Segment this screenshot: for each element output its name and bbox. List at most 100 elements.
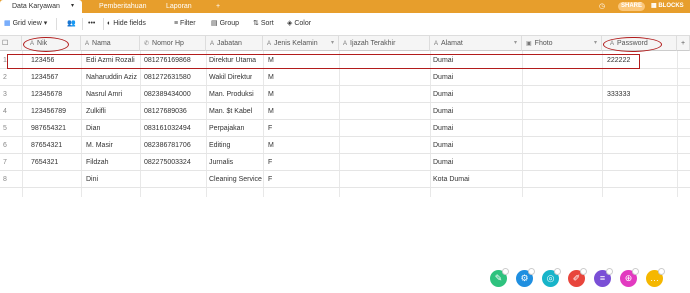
column-header-jabatan[interactable]: A Jabatan [206,36,263,51]
toolbar-divider [82,18,83,30]
block-app-button[interactable]: … [646,268,665,287]
column-header-fhoto[interactable]: ▣ Fhoto ▾ [522,36,602,51]
column-label: Ijazah Terakhir [350,40,396,47]
tab-data-karyawan[interactable]: Data Karyawan ▾ [0,0,82,13]
chevron-down-icon: ▾ [43,20,48,27]
cell-jk[interactable]: F [268,172,272,187]
badge-icon [502,268,509,275]
plus-icon: + [680,40,686,47]
block-app-button[interactable]: ⊕ [620,268,639,287]
cell-jabatan[interactable]: Wakil Direktur [209,70,252,85]
cell-nama[interactable]: Zulkifli [86,104,106,119]
cell-jk[interactable]: F [268,121,272,136]
chevron-down-icon[interactable]: ▾ [331,36,334,50]
cell-jabatan[interactable]: Man. Produksi [209,87,254,102]
row-number[interactable]: 2 [3,70,7,85]
row-number[interactable]: 6 [3,138,7,153]
chevron-down-icon[interactable]: ▾ [514,36,517,50]
cell-nik[interactable]: 12345678 [31,87,62,102]
add-table-icon[interactable]: + [216,0,220,13]
filter-button[interactable]: ≡ Filter [174,13,196,35]
cell-alamat[interactable]: Dumai [433,138,453,153]
grid-view-button[interactable]: ▦ Grid view ▾ [4,13,47,35]
block-app-button[interactable]: ◎ [542,268,561,287]
cell-hp[interactable]: 083161032494 [144,121,191,136]
cell-jk[interactable]: F [268,155,272,170]
cell-alamat[interactable]: Dumai [433,87,453,102]
block-app-button[interactable]: ⚙ [516,268,535,287]
group-icon: ▤ [211,20,218,27]
cell-jk[interactable]: M [268,138,274,153]
cell-alamat[interactable]: Dumai [433,121,453,136]
cell-nik[interactable]: 1234567 [31,70,58,85]
cell-nama[interactable]: Dian [86,121,100,136]
cell-alamat[interactable]: Dumai [433,104,453,119]
color-button[interactable]: ◈ Color [287,13,311,35]
cell-jabatan[interactable]: Editing [209,138,230,153]
share-view-icon[interactable]: 👥 [67,13,76,35]
cell-hp[interactable]: 08127689036 [144,104,187,119]
cell-nik[interactable]: 123456789 [31,104,66,119]
row-number[interactable]: 5 [3,121,7,136]
add-field-button[interactable]: + [677,36,690,51]
column-header-nama[interactable]: A Nama [81,36,140,51]
block-app-button[interactable]: ≡ [594,268,613,287]
sort-button[interactable]: ⇅ Sort [253,13,274,35]
column-header-nomor-hp[interactable]: ✆ Nomor Hp [140,36,206,51]
group-button[interactable]: ▤ Group [211,13,239,35]
filter-label: Filter [180,20,196,27]
chevron-down-icon[interactable]: ▾ [71,0,74,13]
row-number[interactable]: 3 [3,87,7,102]
cell-hp[interactable]: 081272631580 [144,70,191,85]
cell-hp[interactable]: 082389434000 [144,87,191,102]
cell-hp[interactable]: 082386781706 [144,138,191,153]
column-header-alamat[interactable]: A Alamat ▾ [430,36,522,51]
cell-nama[interactable]: Naharuddin Aziz [86,70,137,85]
select-all-checkbox[interactable]: ☐ [0,36,22,51]
cell-nama[interactable]: Nasrul Amri [86,87,122,102]
table-row[interactable] [0,120,690,137]
badge-icon [606,268,613,275]
text-field-icon: A [210,41,215,47]
cell-nama[interactable]: M. Masir [86,138,113,153]
column-label: Fhoto [534,40,553,47]
cell-nik[interactable]: 87654321 [31,138,62,153]
block-app-button[interactable]: ✐ [568,268,587,287]
cell-jabatan[interactable]: Man. $t Kabel [209,104,252,119]
more-options-icon[interactable]: ••• [88,13,95,35]
chevron-down-icon[interactable]: ▾ [594,36,597,50]
table-row[interactable] [0,171,690,188]
row-number[interactable]: 7 [3,155,7,170]
cell-jk[interactable]: M [268,87,274,102]
share-button[interactable]: SHARE [618,2,645,11]
cell-hp[interactable]: 082275003324 [144,155,191,170]
cell-jabatan[interactable]: Jurnalis [209,155,233,170]
cell-alamat[interactable]: Dumai [433,155,453,170]
tab-pemberitahuan[interactable]: Pemberitahuan [99,0,146,13]
column-header-ijazah-terakhir[interactable]: A Ijazah Terakhir [339,36,430,51]
cell-nik[interactable]: 7654321 [31,155,58,170]
cell-nama[interactable]: Dini [86,172,98,187]
blocks-button[interactable]: ▦ BLOCKS [651,0,684,13]
filter-icon: ≡ [174,20,179,27]
history-icon[interactable]: ◷ [599,0,605,13]
row-number[interactable]: 8 [3,172,7,187]
cell-alamat[interactable]: Dumai [433,70,453,85]
cell-jk[interactable]: M [268,104,274,119]
cell-jabatan[interactable]: Perpajakan [209,121,244,136]
hide-fields-button[interactable]: ◐ Hide fields [107,13,146,35]
cell-password[interactable]: 333333 [607,87,630,102]
cell-nik[interactable]: 987654321 [31,121,66,136]
column-label: Jenis Kelamin [274,40,318,47]
cell-jk[interactable]: M [268,70,274,85]
annotation-ellipse-password [603,37,662,52]
row-number[interactable]: 4 [3,104,7,119]
cell-nama[interactable]: Fildzah [86,155,109,170]
tab-laporan[interactable]: Laporan [166,0,192,13]
badge-icon [580,268,587,275]
cell-alamat[interactable]: Kota Dumai [433,172,470,187]
cell-jabatan[interactable]: Cleaning Service [209,172,262,187]
column-header-jenis-kelamin[interactable]: A Jenis Kelamin ▾ [263,36,339,51]
toolbar-divider [56,18,57,30]
block-app-button[interactable]: ✎ [490,268,509,287]
